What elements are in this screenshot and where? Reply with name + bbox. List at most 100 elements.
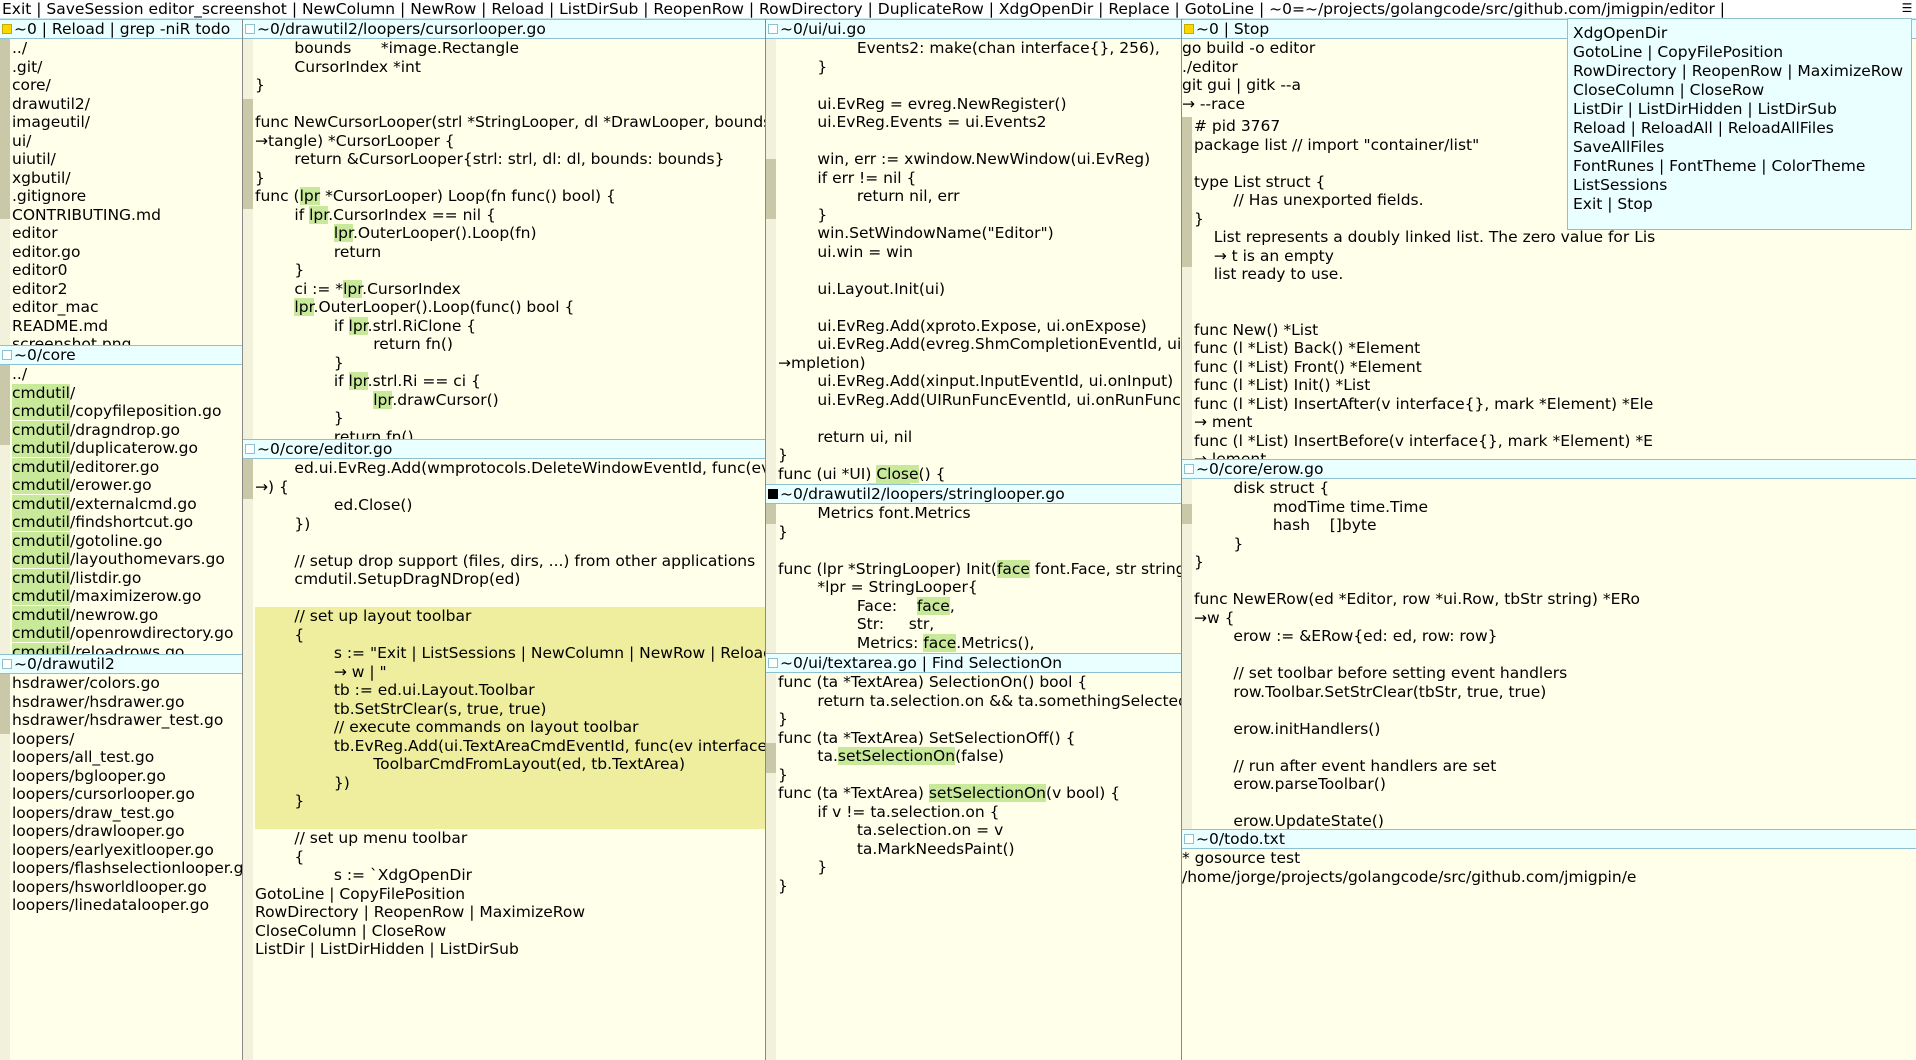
- text-line[interactable]: }): [255, 515, 765, 534]
- text-line[interactable]: s := "Exit | ListSessions | NewColumn | …: [255, 644, 765, 663]
- text-line[interactable]: func NewERow(ed *Editor, row *ui.Row, tb…: [1194, 590, 1916, 609]
- text-line[interactable]: }: [778, 523, 1181, 542]
- text-line[interactable]: return fn(): [255, 335, 765, 354]
- text-line[interactable]: [778, 132, 1181, 151]
- text-line[interactable]: modTime time.Time: [1194, 498, 1916, 517]
- row-square-icon[interactable]: [245, 24, 255, 34]
- text-line[interactable]: [255, 810, 765, 829]
- text-line[interactable]: loopers/earlyexitlooper.go: [12, 841, 242, 860]
- text-line[interactable]: GotoLine | CopyFilePosition: [255, 885, 765, 904]
- row-textarea[interactable]: ../.git/core/drawutil2/imageutil/ui/uiut…: [0, 39, 242, 345]
- text-line[interactable]: editor2: [12, 280, 242, 299]
- row-toolbar[interactable]: ~0 | Reload | grep -niR todo: [0, 19, 242, 39]
- layout-toolbar[interactable]: Exit | SaveSession editor_screenshot | N…: [0, 0, 1916, 19]
- scrollbar[interactable]: [0, 39, 10, 345]
- text-line[interactable]: ../: [12, 365, 242, 384]
- text-line[interactable]: cmdutil/reloadrows.go: [12, 642, 242, 654]
- text-line[interactable]: imageutil/: [12, 113, 242, 132]
- text-line[interactable]: cmdutil/externalcmd.go: [12, 494, 242, 514]
- text-line[interactable]: func (l *List) InsertBefore(v interface{…: [1194, 432, 1916, 451]
- text-line[interactable]: func (lpr *StringLooper) Init(face font.…: [778, 559, 1181, 579]
- context-menu[interactable]: XdgOpenDir GotoLine | CopyFilePosition Row…: [1567, 18, 1912, 230]
- text-line[interactable]: →mpletion): [778, 354, 1181, 373]
- text-line[interactable]: ed.ui.EvReg.Add(wmprotocols.DeleteWindow…: [255, 459, 765, 478]
- text-line[interactable]: if lpr.strl.RiClone {: [255, 316, 765, 336]
- text-line[interactable]: }: [255, 76, 765, 95]
- text-line[interactable]: ed.Close(): [255, 496, 765, 515]
- text-line[interactable]: → t is an empty: [1194, 247, 1916, 266]
- text-line[interactable]: cmdutil/dragndrop.go: [12, 420, 242, 440]
- text-line[interactable]: cmdutil/: [12, 383, 242, 403]
- text-line[interactable]: ListDir | ListDirHidden | ListDirSub: [255, 940, 765, 959]
- text-line[interactable]: row.Toolbar.SetStrClear(tbStr, true, tru…: [1194, 683, 1916, 702]
- text-line[interactable]: screenshot.png: [12, 335, 242, 345]
- text-line[interactable]: [778, 298, 1181, 317]
- row-textarea[interactable]: Metrics font.Metrics} func (lpr *StringLo…: [766, 504, 1181, 653]
- text-line[interactable]: }: [778, 710, 1181, 729]
- row-textarea[interactable]: func (ta *TextArea) SelectionOn() bool {…: [766, 673, 1181, 1060]
- text-line[interactable]: → lement: [1194, 450, 1916, 459]
- text-line[interactable]: editor: [12, 224, 242, 243]
- text-line[interactable]: // set up layout toolbar: [255, 607, 765, 626]
- text-line[interactable]: hsdrawer/colors.go: [12, 674, 242, 693]
- row-square-icon[interactable]: [768, 658, 778, 668]
- text-line[interactable]: win.SetWindowName("Editor"): [778, 224, 1181, 243]
- scrollbar[interactable]: [243, 39, 253, 439]
- row-toolbar-text[interactable]: ~0/drawutil2/loopers/cursorlooper.go: [257, 20, 546, 38]
- text-line[interactable]: if lpr.CursorIndex == nil {: [255, 205, 765, 225]
- text-line[interactable]: →) {: [255, 478, 765, 497]
- text-line[interactable]: }: [778, 206, 1181, 225]
- text-line[interactable]: Face: face,: [778, 596, 1181, 616]
- text-line[interactable]: }: [255, 792, 765, 811]
- text-line[interactable]: return ta.selection.on && ta.somethingSe…: [778, 692, 1181, 711]
- row-toolbar[interactable]: ~0/drawutil2/loopers/stringlooper.go: [766, 484, 1181, 504]
- text-line[interactable]: func New() *List: [1194, 321, 1916, 340]
- row-square-icon[interactable]: [245, 444, 255, 454]
- text-line[interactable]: ui.EvReg = evreg.NewRegister(): [778, 95, 1181, 114]
- text-line[interactable]: loopers/cursorlooper.go: [12, 785, 242, 804]
- text-line[interactable]: }: [255, 409, 765, 428]
- text-line[interactable]: [1194, 701, 1916, 720]
- text-line[interactable]: // execute commands on layout toolbar: [255, 718, 765, 737]
- text-line[interactable]: ui.EvReg.Add(xproto.Expose, ui.onExpose): [778, 317, 1181, 336]
- row-square-icon[interactable]: [768, 489, 778, 499]
- row-textarea[interactable]: ed.ui.EvReg.Add(wmprotocols.DeleteWindow…: [243, 459, 765, 1060]
- text-line[interactable]: [1194, 646, 1916, 665]
- text-line[interactable]: func (ta *TextArea) SelectionOn() bool {: [778, 673, 1181, 692]
- text-line[interactable]: ui.win = win: [778, 243, 1181, 262]
- row-square-icon[interactable]: [1184, 24, 1194, 34]
- text-line[interactable]: cmdutil/findshortcut.go: [12, 513, 242, 532]
- text-line[interactable]: }: [255, 354, 765, 373]
- row-toolbar[interactable]: ~0/drawutil2: [0, 654, 242, 674]
- text-line[interactable]: tb.EvReg.Add(ui.TextAreaCmdEventId, func…: [255, 736, 765, 755]
- text-line[interactable]: [255, 533, 765, 552]
- menu-item[interactable]: Reload | ReloadAll | ReloadAllFiles: [1573, 119, 1911, 138]
- text-line[interactable]: [778, 76, 1181, 95]
- row-toolbar[interactable]: ~0/drawutil2/loopers/cursorlooper.go: [243, 19, 765, 39]
- text-line[interactable]: cmdutil/gotoline.go: [12, 531, 242, 551]
- menu-item[interactable]: Exit | Stop: [1573, 195, 1911, 214]
- text-line[interactable]: }: [1194, 553, 1916, 572]
- text-line[interactable]: cmdutil/listdir.go: [12, 568, 242, 588]
- text-line[interactable]: func (l *List) Back() *Element: [1194, 339, 1916, 358]
- text-line[interactable]: → ment: [1194, 413, 1916, 432]
- scrollbar[interactable]: [0, 365, 10, 654]
- text-line[interactable]: →w {: [1194, 609, 1916, 628]
- text-line[interactable]: List represents a doubly linked list. Th…: [1194, 228, 1916, 247]
- text-line[interactable]: lpr.OuterLooper().Loop(func() bool {: [255, 298, 765, 317]
- text-line[interactable]: cmdutil.SetupDragNDrop(ed): [255, 570, 765, 589]
- row-toolbar[interactable]: ~0/todo.txt: [1182, 829, 1916, 849]
- text-line[interactable]: editor_mac: [12, 298, 242, 317]
- text-line[interactable]: }: [778, 446, 1181, 465]
- text-line[interactable]: ui/: [12, 132, 242, 151]
- text-line[interactable]: [778, 409, 1181, 428]
- text-line[interactable]: bounds *image.Rectangle: [255, 39, 765, 58]
- text-line[interactable]: // run after event handlers are set: [1194, 757, 1916, 776]
- text-line[interactable]: }: [778, 58, 1181, 77]
- text-line[interactable]: *lpr = StringLooper{: [778, 578, 1181, 597]
- text-line[interactable]: cmdutil/newrow.go: [12, 605, 242, 625]
- text-line[interactable]: [255, 95, 765, 114]
- text-line[interactable]: [1194, 572, 1916, 591]
- text-line[interactable]: // set toolbar before setting event hand…: [1194, 664, 1916, 683]
- text-line[interactable]: tb.SetStrClear(s, true, true): [255, 699, 765, 718]
